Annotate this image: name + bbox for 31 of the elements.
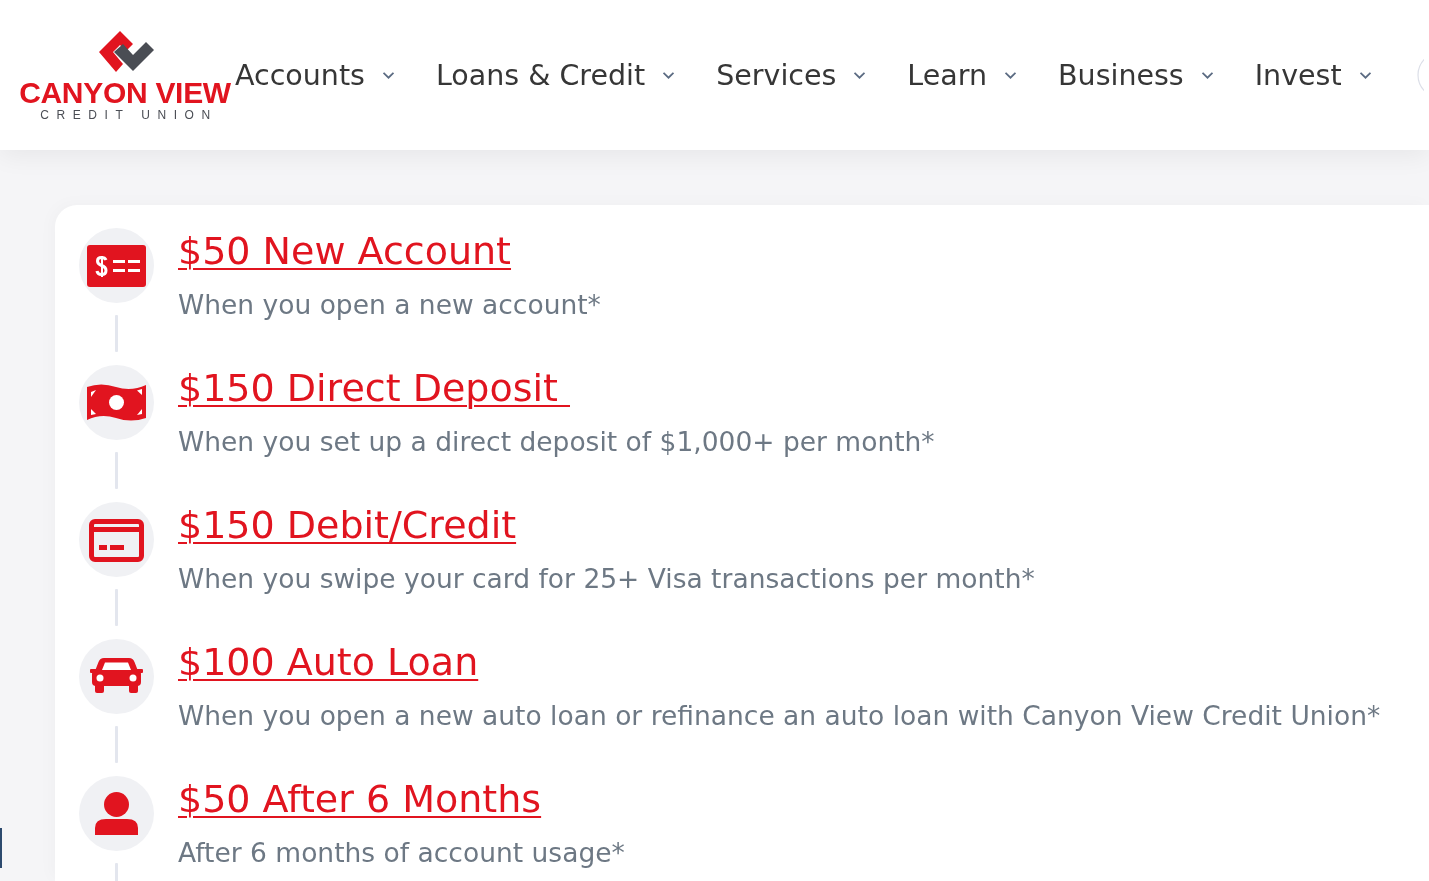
person-icon (79, 776, 154, 851)
nav-menu-item[interactable]: Loans & Credit (435, 58, 675, 92)
chevron-down-icon (1201, 71, 1213, 79)
chevron-down-icon (382, 71, 394, 79)
logo-mark-icon (96, 28, 156, 74)
car-icon (79, 639, 154, 714)
reward-link[interactable]: $50 After 6 Months (178, 776, 542, 822)
reward-description: When you swipe your card for 25+ Visa transactions per month* (178, 562, 1035, 596)
nav-menu-item[interactable]: Learn (907, 58, 1016, 92)
reward-description: When you set up a direct deposit of $1,000+ per month* (178, 425, 935, 459)
nav-menu-item[interactable]: Invest (1254, 58, 1371, 92)
chevron-down-icon (854, 71, 866, 79)
nav-menu-item[interactable]: Services (716, 58, 866, 92)
reward-description: When you open a new account* (178, 288, 601, 322)
reward-link[interactable]: $150 Direct Deposit (178, 365, 570, 411)
reward-description: After 6 months of account usage* (178, 836, 625, 870)
reward-link[interactable]: $150 Debit/Credit (178, 502, 517, 548)
chevron-down-icon (663, 71, 675, 79)
reward-link[interactable]: $100 Auto Loan (178, 639, 479, 685)
dollar-card-icon (79, 228, 154, 303)
logo-tagline: CREDIT UNION (40, 108, 218, 122)
nav-menu-item[interactable]: Accounts (235, 58, 394, 92)
reward-link[interactable]: $50 New Account (178, 228, 511, 274)
chevron-down-icon (1359, 71, 1371, 79)
chevron-down-icon (1005, 71, 1016, 79)
reward-description: When you open a new auto loan or refinance an auto loan with Canyon View Credit Union* (178, 699, 1381, 733)
credit-card-icon (79, 502, 154, 577)
edge-bar (0, 828, 2, 868)
banknote-icon (79, 365, 154, 440)
nav-menu-item[interactable]: Business (1058, 58, 1213, 92)
logo-name: CANYON VIEW (19, 78, 231, 108)
